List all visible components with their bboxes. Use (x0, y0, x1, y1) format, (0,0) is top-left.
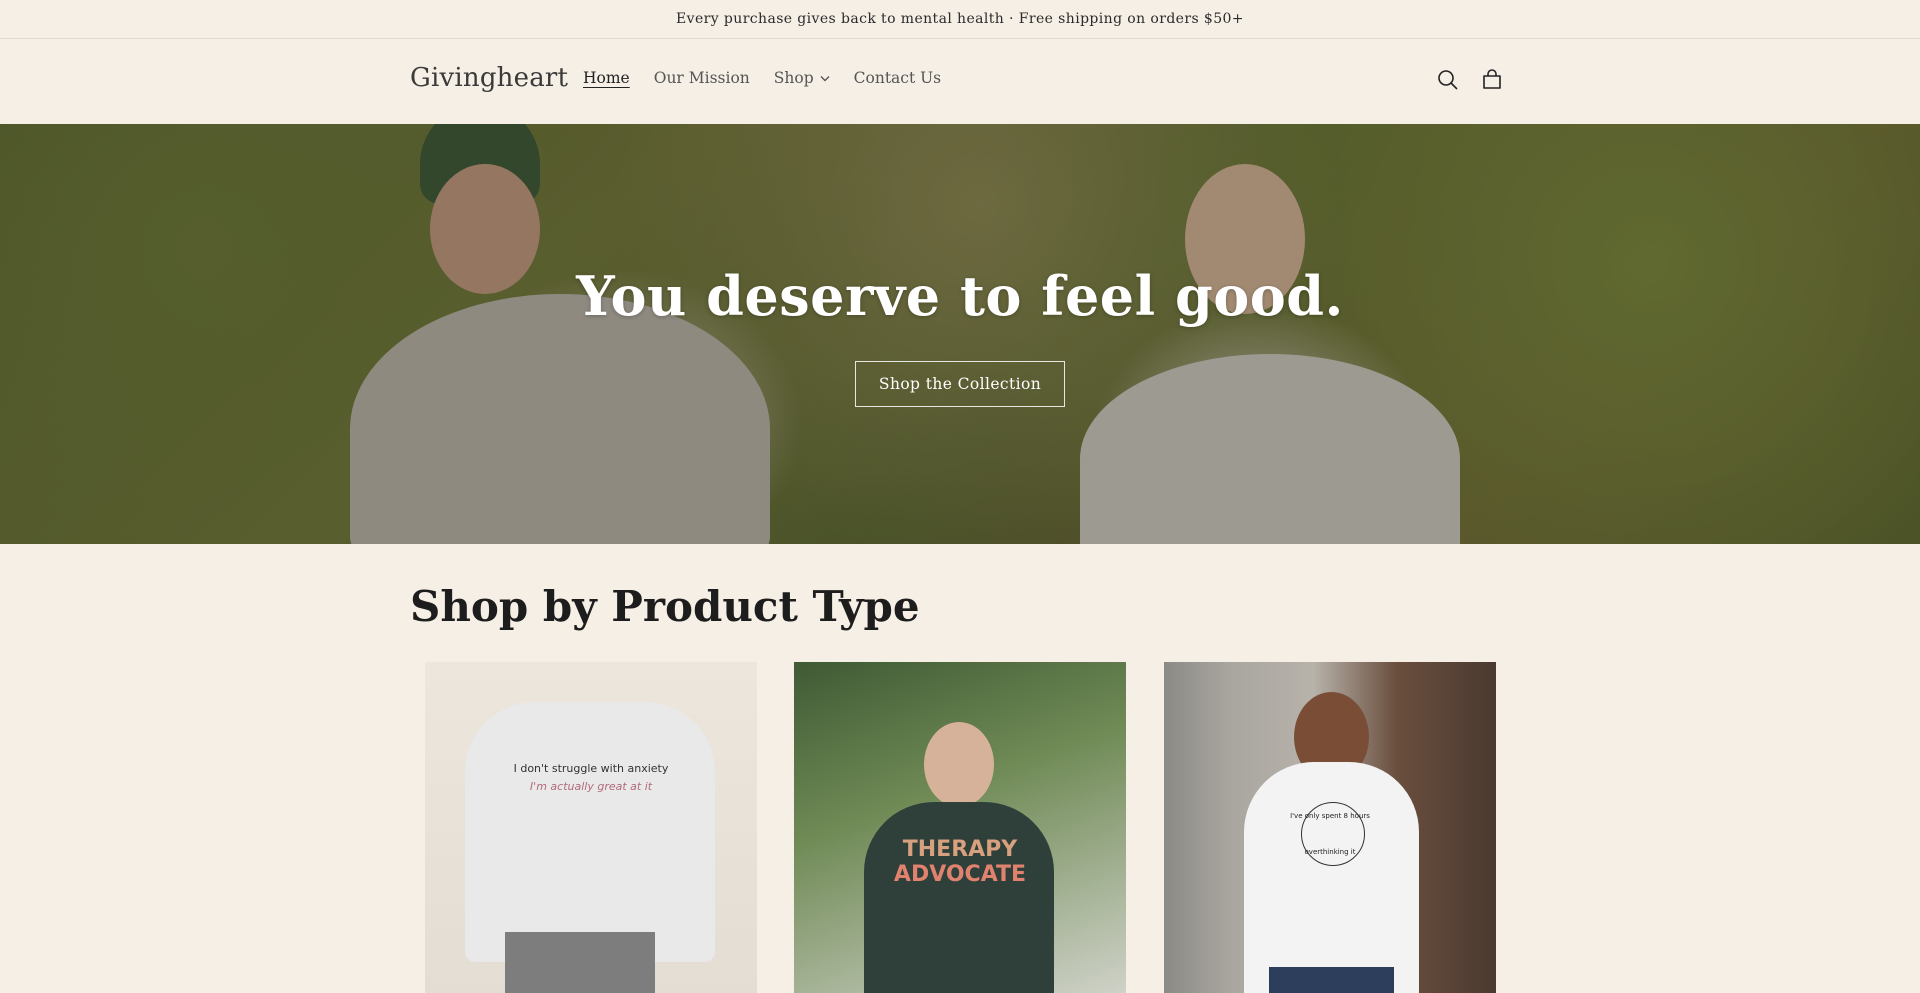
nav-contact-us[interactable]: Contact Us (854, 69, 942, 87)
hero-overlay (0, 124, 1920, 544)
announcement-bar: Every purchase gives back to mental heal… (0, 0, 1920, 39)
product-image-sweatshirt (465, 702, 715, 962)
product-print-line2: overthinking it (1304, 848, 1356, 856)
product-print-line1: I've only spent 8 hours (1290, 812, 1370, 820)
chevron-down-icon (820, 75, 830, 82)
cart-icon[interactable] (1476, 64, 1508, 96)
product-print-line1: THERAPY (902, 837, 1018, 862)
product-model-face (924, 722, 994, 807)
product-print-line1: I don't struggle with anxiety (513, 762, 669, 775)
announcement-text: Every purchase gives back to mental heal… (676, 11, 1244, 27)
product-image-tshirt (864, 802, 1054, 993)
shop-collection-button[interactable]: Shop the Collection (855, 361, 1065, 407)
search-icon[interactable] (1432, 64, 1464, 96)
product-card-sweatshirt[interactable]: I don't struggle with anxiety I'm actual… (425, 662, 757, 993)
jeans (1269, 967, 1394, 993)
product-print-line2: ADVOCATE (893, 862, 1027, 887)
product-card-tshirt[interactable]: THERAPY ADVOCATE (794, 662, 1126, 993)
section-title: Shop by Product Type (410, 582, 920, 631)
site-logo[interactable]: Givingheart (410, 63, 568, 93)
nav-shop-label: Shop (773, 69, 814, 87)
hero-title: You deserve to feel good. (576, 264, 1344, 328)
site-header: Givingheart Home Our Mission Shop Contac… (0, 39, 1920, 124)
nav-our-mission[interactable]: Our Mission (654, 69, 750, 87)
nav-home[interactable]: Home (583, 69, 630, 87)
product-image-hoodie (1244, 762, 1419, 993)
jean-shorts (505, 932, 655, 993)
nav-shop[interactable]: Shop (774, 69, 830, 87)
product-print-line2: I'm actually great at it (529, 780, 653, 793)
main-nav: Home Our Mission Shop Contact Us (583, 69, 965, 87)
product-card-hoodie[interactable]: I've only spent 8 hours overthinking it (1164, 662, 1496, 993)
hero-banner: You deserve to feel good. Shop the Colle… (0, 124, 1920, 544)
